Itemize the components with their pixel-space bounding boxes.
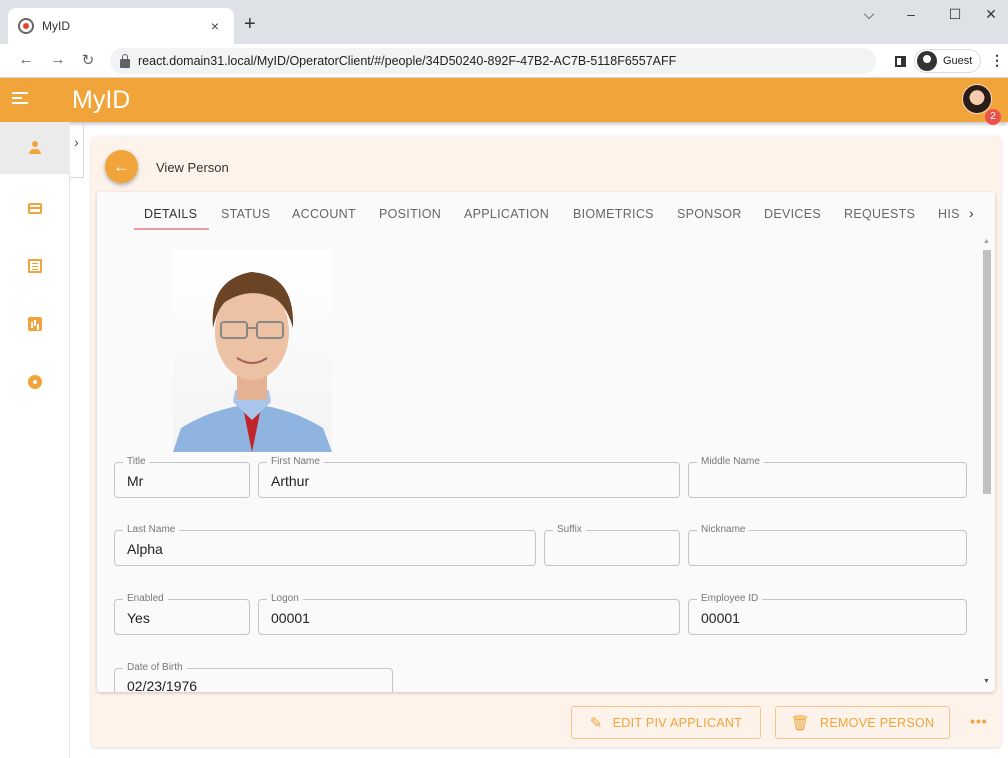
- chart-icon: [28, 317, 42, 331]
- url-text: react.domain31.local/MyID/OperatorClient…: [138, 54, 677, 68]
- remove-person-button[interactable]: 🗑 REMOVE PERSON: [775, 706, 950, 739]
- employee-id-field[interactable]: Employee ID 00001: [688, 593, 967, 635]
- myid-favicon-icon: [18, 18, 34, 34]
- enabled-value: Yes: [127, 610, 150, 626]
- url-field[interactable]: react.domain31.local/MyID/OperatorClient…: [110, 48, 876, 74]
- edit-piv-applicant-button[interactable]: ✎ EDIT PIV APPLICANT: [571, 706, 761, 739]
- profile-icon: [917, 51, 937, 71]
- nav-requests[interactable]: [0, 240, 70, 292]
- person-icon: [28, 141, 42, 155]
- details-card: DETAILS STATUS ACCOUNT POSITION APPLICAT…: [97, 192, 995, 692]
- first-name-label: First Name: [267, 456, 324, 467]
- new-tab-button[interactable]: +: [244, 14, 256, 34]
- remove-person-label: REMOVE PERSON: [820, 715, 935, 730]
- tab-requests[interactable]: REQUESTS: [844, 207, 915, 221]
- tab-scroll-right-icon[interactable]: ›: [969, 205, 974, 221]
- title-field[interactable]: Title Mr: [114, 456, 250, 498]
- tab-biometrics[interactable]: BIOMETRICS: [573, 207, 654, 221]
- page-title: View Person: [156, 160, 229, 175]
- nav-people[interactable]: [0, 122, 70, 174]
- last-name-field[interactable]: Last Name Alpha: [114, 524, 536, 566]
- tab-status[interactable]: STATUS: [221, 207, 270, 221]
- last-name-value: Alpha: [127, 541, 163, 557]
- nav-devices[interactable]: [0, 182, 70, 234]
- browser-tab-title: MyID: [42, 19, 70, 33]
- profile-label: Guest: [943, 55, 973, 67]
- tab-sponsor[interactable]: SPONSOR: [677, 207, 742, 221]
- logon-label: Logon: [267, 593, 303, 604]
- enabled-label: Enabled: [123, 593, 168, 604]
- date-of-birth-field[interactable]: Date of Birth 02/23/1976: [114, 662, 393, 692]
- lock-icon: [120, 53, 130, 68]
- scroll-down-icon[interactable]: ▼: [983, 678, 990, 685]
- notification-badge[interactable]: 2: [985, 109, 1001, 125]
- expand-nav-chevron-icon[interactable]: ›: [70, 122, 84, 178]
- nav-reports[interactable]: [0, 298, 70, 350]
- tab-application[interactable]: APPLICATION: [464, 207, 549, 221]
- tab-position[interactable]: POSITION: [379, 207, 441, 221]
- tab-bar: DETAILS STATUS ACCOUNT POSITION APPLICAT…: [97, 192, 995, 234]
- nav-rail: [0, 122, 70, 758]
- address-bar: ← → ↻ react.domain31.local/MyID/Operator…: [0, 44, 1008, 78]
- forward-arrow-icon[interactable]: →: [48, 51, 68, 68]
- nickname-field[interactable]: Nickname: [688, 524, 967, 566]
- more-actions-button[interactable]: •••: [970, 713, 988, 729]
- app-header: MyID: [0, 78, 1008, 122]
- browser-menu-icon[interactable]: ⋮: [990, 52, 1004, 69]
- side-panel-icon[interactable]: [895, 56, 906, 67]
- pencil-icon: ✎: [589, 714, 603, 732]
- tab-devices[interactable]: DEVICES: [764, 207, 821, 221]
- browser-tab[interactable]: MyID ×: [8, 8, 234, 44]
- card-icon: [28, 202, 42, 214]
- first-name-value: Arthur: [271, 473, 310, 489]
- gear-icon: [28, 375, 42, 389]
- app-brand: MyID: [72, 86, 131, 114]
- reload-icon[interactable]: ↻: [78, 51, 98, 69]
- first-name-field[interactable]: First Name Arthur: [258, 456, 680, 498]
- back-arrow-icon[interactable]: ←: [16, 51, 36, 68]
- minimize-icon[interactable]: –: [888, 6, 934, 22]
- profile-button[interactable]: Guest: [914, 49, 982, 73]
- title-label: Title: [123, 456, 150, 467]
- tab-details[interactable]: DETAILS: [144, 207, 197, 221]
- employee-id-label: Employee ID: [697, 593, 763, 604]
- date-of-birth-label: Date of Birth: [123, 662, 187, 673]
- logon-field[interactable]: Logon 00001: [258, 593, 680, 635]
- back-button[interactable]: ←: [105, 150, 138, 183]
- tab-history[interactable]: HIS: [938, 207, 960, 221]
- tab-search-icon[interactable]: ⌵: [846, 6, 892, 23]
- active-tab-indicator: [134, 228, 209, 230]
- browser-tab-strip: MyID × + ⌵ – ☐ ✕: [0, 0, 1008, 44]
- nickname-label: Nickname: [697, 524, 750, 535]
- suffix-label: Suffix: [553, 524, 586, 535]
- middle-name-field[interactable]: Middle Name: [688, 456, 967, 498]
- person-photo: [173, 250, 332, 452]
- date-of-birth-value: 02/23/1976: [127, 678, 198, 692]
- close-window-icon[interactable]: ✕: [968, 6, 1008, 23]
- scrollbar[interactable]: ▲ ▼: [980, 234, 993, 692]
- title-value: Mr: [127, 473, 144, 489]
- employee-id-value: 00001: [701, 610, 740, 626]
- last-name-label: Last Name: [123, 524, 180, 535]
- logon-value: 00001: [271, 610, 310, 626]
- list-icon: [28, 259, 42, 273]
- close-tab-icon[interactable]: ×: [206, 18, 224, 34]
- suffix-field[interactable]: Suffix: [544, 524, 680, 566]
- middle-name-label: Middle Name: [697, 456, 764, 467]
- menu-toggle-icon[interactable]: [12, 92, 28, 106]
- trash-icon: 🗑: [790, 714, 810, 732]
- tab-account[interactable]: ACCOUNT: [292, 207, 356, 221]
- edit-piv-applicant-label: EDIT PIV APPLICANT: [612, 715, 743, 730]
- nav-settings[interactable]: [0, 356, 70, 408]
- enabled-field[interactable]: Enabled Yes: [114, 593, 250, 635]
- scroll-up-icon[interactable]: ▲: [983, 238, 990, 245]
- scroll-thumb[interactable]: [983, 250, 991, 494]
